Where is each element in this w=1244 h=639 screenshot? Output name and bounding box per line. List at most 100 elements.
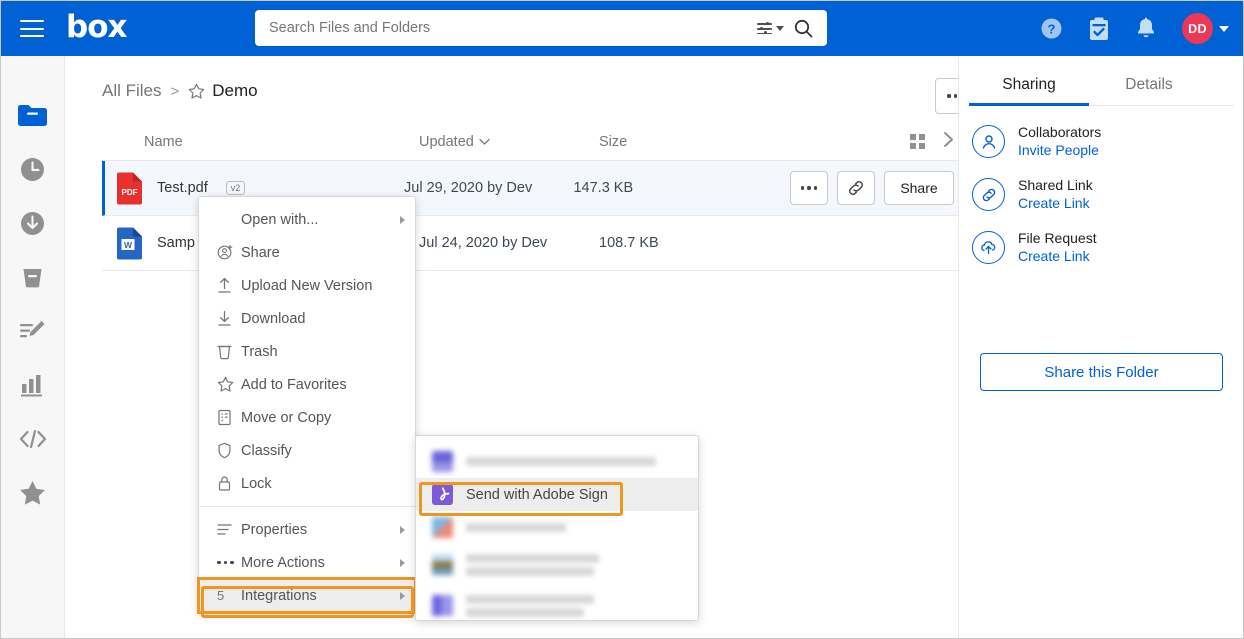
shield-icon <box>217 442 241 459</box>
collaborators-title: Collaborators <box>1018 124 1102 140</box>
sidebar-item-reports[interactable] <box>1 358 65 412</box>
shared-link-row[interactable]: Shared Link Create Link <box>959 177 1243 212</box>
copy-icon <box>217 409 241 426</box>
svg-text:?: ? <box>1048 22 1056 37</box>
chevron-right-icon <box>400 215 405 224</box>
adobe-sign-icon <box>432 484 453 505</box>
sidebar-item-all-files[interactable] <box>1 88 65 142</box>
upload-cloud-circle-icon <box>972 231 1005 264</box>
box-logo[interactable]: box <box>66 11 127 43</box>
version-badge[interactable]: v2 <box>225 181 246 195</box>
column-header-updated[interactable]: Updated <box>419 134 599 150</box>
sidebar-item-notes[interactable] <box>1 304 65 358</box>
sidebar-item-favorites[interactable] <box>1 466 65 520</box>
ctx-lock[interactable]: Lock <box>199 467 415 500</box>
shared-link-text: Shared Link Create Link <box>1018 177 1093 212</box>
redacted-label <box>466 523 686 532</box>
ctx-add-to-favorites[interactable]: Add to Favorites <box>199 368 415 401</box>
link-icon <box>849 181 863 195</box>
integration-item-5[interactable] <box>416 585 698 626</box>
grid-view-icon[interactable] <box>910 134 925 149</box>
sidebar-item-trash[interactable] <box>1 250 65 304</box>
ctx-more-actions[interactable]: More Actions <box>199 546 415 579</box>
file-context-menu: Open with... Share Upload New Version Do… <box>197 196 417 614</box>
ctx-trash[interactable]: Trash <box>199 335 415 368</box>
person-circle-icon <box>972 125 1005 158</box>
file-request-text: File Request Create Link <box>1018 230 1097 265</box>
ctx-upload-new-version[interactable]: Upload New Version <box>199 269 415 302</box>
create-shared-link[interactable]: Create Link <box>1018 194 1093 212</box>
help-icon[interactable]: ? <box>1040 17 1063 40</box>
breadcrumb-current[interactable]: Demo <box>188 81 258 101</box>
column-header-updated-label: Updated <box>419 133 474 150</box>
integrations-count-badge: 5 <box>217 588 225 603</box>
tab-active-underline <box>969 103 1089 106</box>
file-updated-cell: Jul 24, 2020 by Dev <box>419 235 548 251</box>
chevron-down-icon <box>479 138 490 145</box>
ctx-open-with-label: Open with... <box>241 211 319 228</box>
ctx-integrations[interactable]: 5 Integrations <box>197 577 417 614</box>
ctx-open-with[interactable]: Open with... <box>199 203 415 236</box>
integration-app-icon <box>432 451 453 472</box>
column-header-name[interactable]: Name <box>102 134 419 150</box>
search-input[interactable] <box>255 20 757 36</box>
ctx-download[interactable]: Download <box>199 302 415 335</box>
svg-text:PDF: PDF <box>122 188 138 197</box>
tab-details[interactable]: Details <box>1089 76 1209 106</box>
column-header-size[interactable]: Size <box>599 134 829 150</box>
right-panel-tabs: Sharing Details <box>959 76 1243 106</box>
sidebar-item-synced[interactable] <box>1 196 65 250</box>
left-sidebar <box>1 56 65 638</box>
header-icon-group: ? DD <box>1040 1 1229 56</box>
integration-item-4[interactable] <box>416 544 698 585</box>
row-share-button[interactable]: Share <box>884 171 954 205</box>
notifications-bell-icon[interactable] <box>1135 17 1157 41</box>
file-name-label: Test.pdf <box>157 180 208 196</box>
ctx-share[interactable]: Share <box>199 236 415 269</box>
avatar[interactable]: DD <box>1182 13 1213 44</box>
share-person-icon <box>217 244 241 261</box>
row-link-button[interactable] <box>837 171 875 205</box>
breadcrumb-all-files[interactable]: All Files <box>102 81 162 101</box>
file-size-cell: 108.7 KB <box>599 235 659 251</box>
ctx-more-actions-label: More Actions <box>241 554 325 571</box>
ctx-move-or-copy-label: Move or Copy <box>241 409 332 426</box>
redacted-label <box>466 457 686 466</box>
sliders-icon[interactable] <box>757 22 784 35</box>
trash-icon <box>217 343 241 360</box>
star-outline-icon <box>217 376 241 393</box>
box-app-window: box ? <box>0 0 1244 639</box>
integration-item-1[interactable] <box>416 445 698 478</box>
tab-sharing[interactable]: Sharing <box>969 76 1089 106</box>
row-more-button[interactable] <box>790 171 828 205</box>
ctx-properties[interactable]: Properties <box>199 513 415 546</box>
share-this-folder-button[interactable]: Share this Folder <box>980 353 1223 391</box>
collaborators-text: Collaborators Invite People <box>1018 124 1101 159</box>
sidebar-item-dev-console[interactable] <box>1 412 65 466</box>
row-actions: Share <box>790 171 958 205</box>
integration-item-3[interactable] <box>416 511 698 544</box>
context-menu-divider <box>199 506 415 507</box>
invite-people-link[interactable]: Invite People <box>1018 141 1101 159</box>
lock-icon <box>217 475 241 492</box>
collaborators-row[interactable]: Collaborators Invite People <box>959 124 1243 159</box>
user-avatar-menu[interactable]: DD <box>1182 13 1229 44</box>
star-outline-icon[interactable] <box>188 83 205 100</box>
sidebar-item-recents[interactable] <box>1 142 65 196</box>
ctx-move-or-copy[interactable]: Move or Copy <box>199 401 415 434</box>
upload-arrow-icon <box>217 277 241 294</box>
integration-app-icon <box>432 595 453 616</box>
chevron-right-icon[interactable] <box>943 131 954 152</box>
ctx-classify[interactable]: Classify <box>199 434 415 467</box>
integration-item-adobe-sign[interactable]: Send with Adobe Sign <box>416 478 698 511</box>
create-file-request-link[interactable]: Create Link <box>1018 247 1097 265</box>
file-name-label: Samp <box>157 235 195 251</box>
search-bar[interactable] <box>255 10 827 46</box>
search-icon[interactable] <box>794 19 813 38</box>
chevron-down-icon[interactable] <box>1219 25 1229 32</box>
ctx-integrations-label: Integrations <box>241 587 317 604</box>
tasks-clipboard-icon[interactable] <box>1088 17 1110 41</box>
hamburger-icon[interactable] <box>20 20 44 37</box>
file-request-row[interactable]: File Request Create Link <box>959 230 1243 265</box>
ctx-download-label: Download <box>241 310 306 327</box>
